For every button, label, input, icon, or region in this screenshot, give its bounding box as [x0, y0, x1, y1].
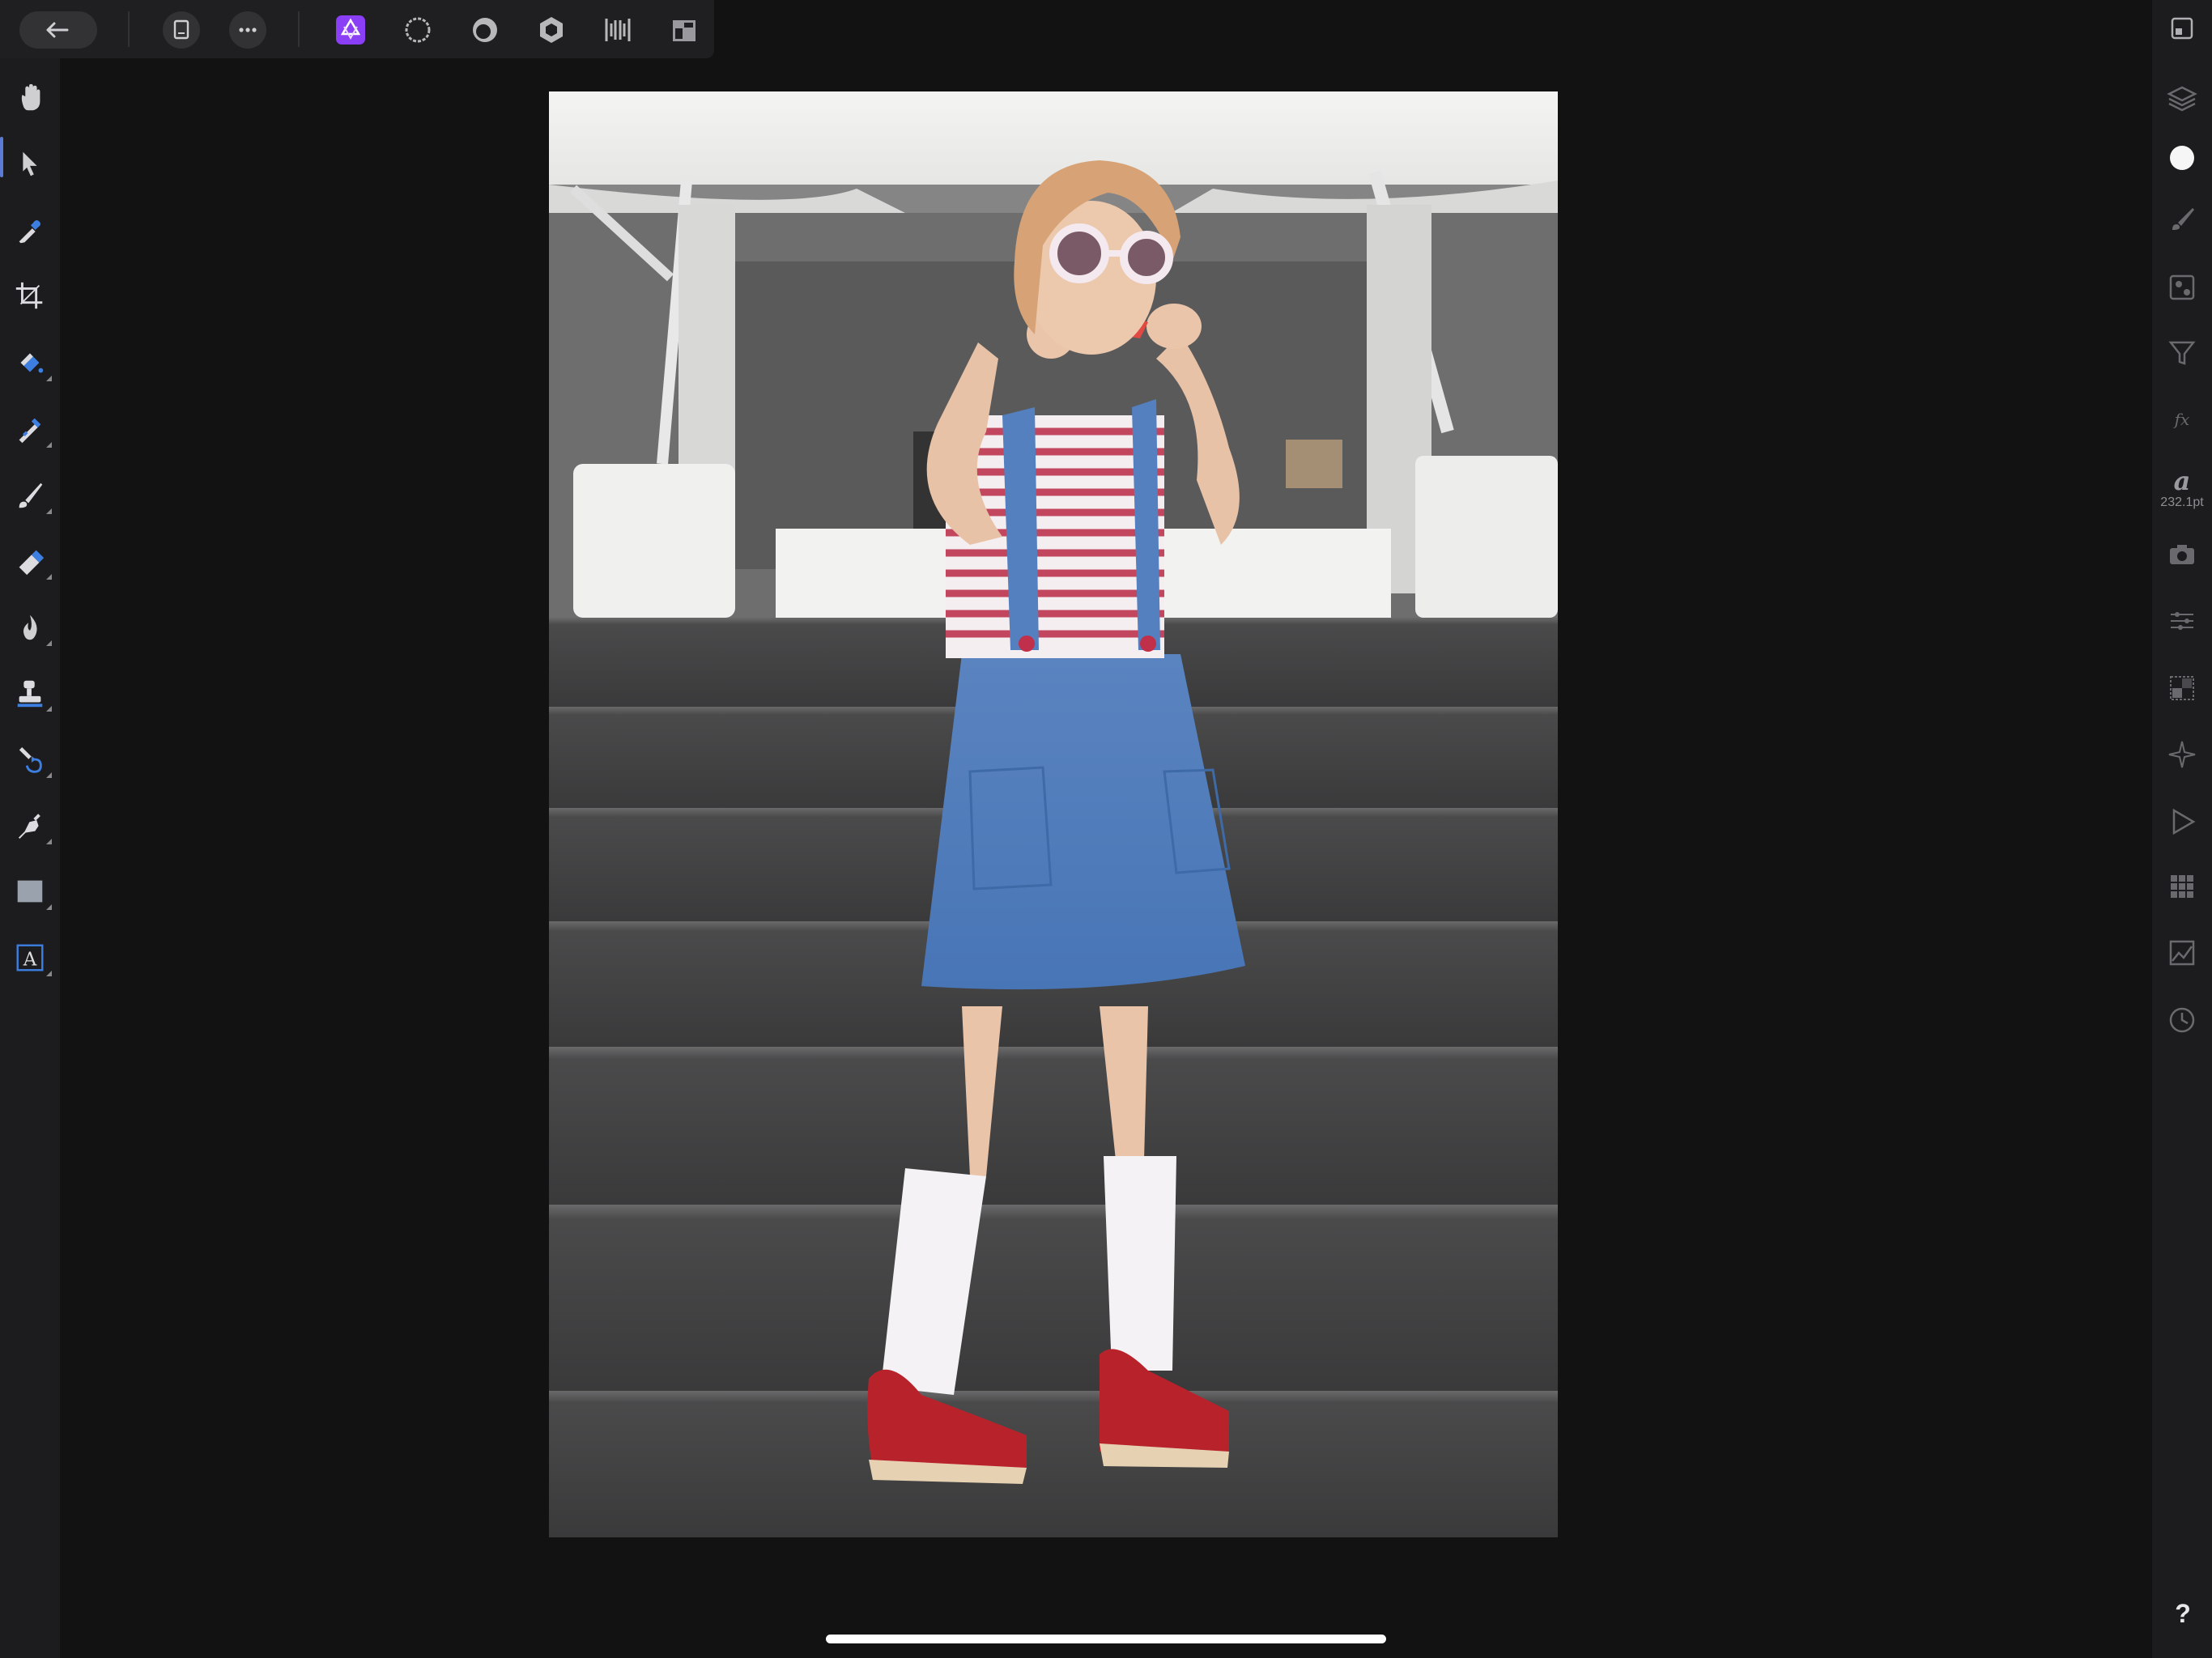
channels-icon [2169, 274, 2195, 300]
adjustments-icon [2168, 341, 2196, 365]
flood-fill-tool-icon [20, 353, 44, 373]
transform-panel-button[interactable] [2162, 601, 2202, 641]
studio-panel: 232.1pt fx a [2152, 0, 2212, 1658]
burn-tool-button[interactable] [10, 607, 52, 648]
color-picker-tool-button[interactable] [10, 210, 50, 251]
tool-options-indicator [46, 706, 52, 712]
brushes-icon [2172, 208, 2194, 230]
back-arrow-icon[interactable] [39, 11, 76, 49]
svg-text:fx: fx [2173, 410, 2190, 429]
tool-options-indicator [46, 772, 52, 778]
history-icon [2169, 1007, 2195, 1033]
pen-tool-button[interactable] [10, 806, 52, 846]
rectangle-tool-icon [17, 880, 43, 903]
clone-tool-icon [17, 680, 43, 708]
navigator-compass-panel-button[interactable] [2162, 734, 2202, 775]
liquify-persona-icon[interactable] [399, 11, 436, 49]
navigator-compass-icon [2168, 741, 2196, 768]
top-toolbar [0, 0, 714, 58]
erase-brush-tool-icon [19, 550, 45, 576]
tool-options-indicator [46, 508, 52, 514]
adjustments-panel-button[interactable] [2162, 332, 2202, 372]
histogram-panel-button[interactable] [2162, 933, 2202, 973]
crop-tool-button[interactable] [10, 276, 50, 317]
pen-tool-icon [18, 814, 40, 839]
document-photo [549, 91, 1558, 1537]
channels-panel-button[interactable] [2162, 267, 2202, 308]
burn-tool-icon [23, 614, 37, 640]
artistic-text-tool-icon: A [16, 944, 44, 971]
histogram-icon [2169, 940, 2195, 966]
macro-icon [2172, 808, 2196, 835]
crop-tool-icon [15, 282, 43, 309]
toolbar-separator [128, 11, 130, 47]
rectangle-tool-button[interactable] [10, 871, 52, 912]
effects-icon: fx [2173, 410, 2190, 429]
svg-text:a: a [2174, 466, 2191, 496]
toolbar-separator [298, 11, 300, 47]
layers-panel-button[interactable] [2162, 79, 2202, 119]
active-tool-indicator [0, 137, 3, 177]
document-icon[interactable] [163, 11, 200, 49]
snapshot-icon [2170, 545, 2194, 564]
snapshot-panel-button[interactable] [2162, 534, 2202, 575]
paint-brush-tool-icon [19, 483, 43, 508]
selection-brush-tool-icon [19, 418, 41, 444]
move-tool-button[interactable] [10, 144, 50, 185]
tool-options-indicator [46, 971, 52, 976]
brushes-panel-button[interactable] [2162, 198, 2202, 239]
scope-icon [2170, 676, 2194, 700]
macro-panel-button[interactable] [2162, 801, 2202, 842]
tool-options-indicator [46, 442, 52, 448]
scope-panel-button[interactable] [2162, 668, 2202, 708]
erase-brush-tool-button[interactable] [10, 541, 52, 581]
home-indicator[interactable] [826, 1635, 1386, 1643]
selection-brush-tool-button[interactable] [10, 409, 52, 449]
navigator-panel-button[interactable] [2162, 8, 2202, 49]
text-style-icon: a [2174, 466, 2191, 496]
tool-options-indicator [46, 640, 52, 646]
hand-tool-icon [21, 83, 40, 111]
text-style-panel-button[interactable]: a [2162, 461, 2202, 502]
svg-text:A: A [23, 950, 37, 971]
tool-options-indicator [46, 376, 52, 381]
swatches-icon [2171, 875, 2193, 898]
effects-panel-button[interactable]: fx [2162, 398, 2202, 439]
more-icon[interactable] [229, 11, 266, 49]
move-tool-icon [23, 151, 37, 176]
color-panel-button[interactable] [2162, 138, 2202, 178]
tool-options-indicator [46, 839, 52, 844]
clone-tool-button[interactable] [10, 673, 52, 713]
tone-mapping-persona-icon[interactable] [533, 11, 570, 49]
help-button[interactable]: ? [2160, 1593, 2206, 1634]
artistic-text-tool-button[interactable]: A [10, 937, 52, 978]
tool-options-indicator [46, 574, 52, 580]
export-persona-icon[interactable] [599, 11, 636, 49]
color-icon [2170, 146, 2194, 170]
transform-icon [2171, 612, 2193, 630]
hand-tool-button[interactable] [10, 78, 50, 118]
tool-options-indicator [46, 904, 52, 910]
document-canvas[interactable] [549, 91, 1558, 1537]
navigator-icon [2171, 17, 2193, 40]
swatches-panel-button[interactable] [2162, 866, 2202, 907]
paint-brush-tool-button[interactable] [10, 475, 52, 516]
flood-fill-tool-button[interactable] [10, 342, 52, 383]
color-picker-tool-icon [19, 220, 40, 244]
tools-panel: A [0, 58, 60, 1658]
develop-persona-icon[interactable] [466, 11, 504, 49]
history-panel-button[interactable] [2162, 1000, 2202, 1040]
photo-persona-icon[interactable] [332, 11, 369, 49]
layout-icon[interactable] [666, 11, 703, 49]
healing-brush-tool-button[interactable] [10, 739, 52, 780]
healing-brush-tool-icon [19, 746, 42, 773]
layers-icon [2167, 86, 2197, 112]
